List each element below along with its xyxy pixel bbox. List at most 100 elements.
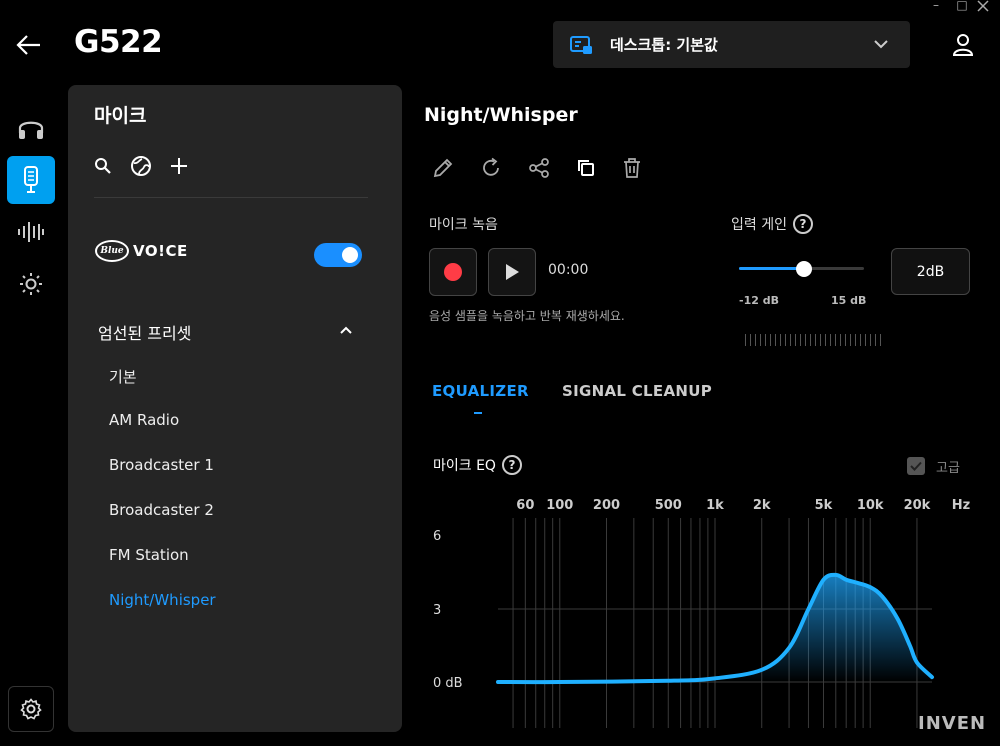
reset-icon	[483, 157, 499, 176]
user-icon	[952, 34, 974, 56]
watermark: INVEN	[918, 713, 987, 734]
tab-equalizer[interactable]: EQUALIZER	[432, 382, 529, 400]
preset-item-broadcaster-2[interactable]: Broadcaster 2	[109, 501, 214, 519]
profile-label: 데스크톱: 기본값	[610, 36, 718, 54]
meter-tick	[840, 334, 841, 346]
back-button[interactable]	[16, 34, 42, 56]
toggle-knob	[342, 247, 358, 263]
preset-item-broadcaster-1[interactable]: Broadcaster 1	[109, 456, 214, 474]
rail-lighting[interactable]	[7, 260, 55, 308]
rename-button[interactable]	[432, 157, 454, 179]
advanced-checkbox[interactable]	[907, 457, 925, 475]
mic-eq-chart[interactable]: 60 100 200 500 1k 2k 5k 10k 20k Hz 6 3 0 dB	[420, 488, 980, 728]
duplicate-button[interactable]	[576, 158, 596, 178]
preset-item-fm-station[interactable]: FM Station	[109, 546, 189, 564]
share-button[interactable]	[528, 157, 550, 179]
device-title: G522	[74, 24, 163, 60]
pencil-icon	[433, 158, 453, 178]
eq-x-tick-label: 5k	[815, 498, 833, 513]
meter-tick	[790, 334, 791, 346]
lighting-sun-icon	[20, 273, 42, 295]
eq-y-tick-label: 6	[433, 529, 441, 544]
blue-logo-mark: Blue	[95, 240, 129, 262]
chevron-down-icon	[874, 40, 888, 49]
meter-tick	[775, 334, 776, 346]
chevron-up-icon[interactable]	[340, 326, 352, 334]
mic-eq-label: 마이크 EQ ?	[433, 455, 522, 475]
panel-title: 마이크	[94, 105, 147, 127]
record-icon	[444, 263, 462, 281]
eq-x-tick-label: 60	[516, 498, 534, 513]
maximize-button[interactable]: □	[952, 0, 972, 14]
meter-tick	[865, 334, 866, 346]
microphone-icon	[24, 166, 38, 193]
reset-button[interactable]	[480, 157, 502, 179]
rail-audio-levels[interactable]	[7, 208, 55, 256]
meter-tick	[800, 334, 801, 346]
eq-x-tick-label: 100	[546, 498, 573, 513]
rail-microphone[interactable]	[7, 156, 55, 204]
community-presets-button[interactable]	[130, 155, 152, 177]
input-gain-text: 입력 게인	[731, 217, 787, 233]
advanced-label: 고급	[936, 461, 960, 476]
help-icon[interactable]: ?	[501, 455, 522, 475]
meter-tick	[750, 334, 751, 346]
meter-tick	[745, 334, 746, 346]
gain-value-field[interactable]: 2dB	[891, 248, 970, 295]
preset-item-default[interactable]: 기본	[109, 366, 137, 387]
meter-tick	[760, 334, 761, 346]
record-button[interactable]	[429, 248, 477, 296]
meter-tick	[845, 334, 846, 346]
play-button[interactable]	[488, 248, 536, 296]
globe-share-icon	[131, 156, 151, 176]
meter-tick	[855, 334, 856, 346]
gain-min-label: -12 dB	[739, 294, 779, 307]
eq-y-tick-label: 3	[433, 603, 441, 618]
share-icon	[529, 158, 549, 178]
delete-button[interactable]	[622, 157, 642, 179]
meter-tick	[785, 334, 786, 346]
close-icon	[977, 0, 989, 12]
meter-tick	[850, 334, 851, 346]
input-level-meter	[745, 334, 881, 346]
gain-slider-fill	[739, 267, 804, 270]
minimize-button[interactable]: –	[926, 0, 946, 14]
user-account-button[interactable]	[952, 33, 974, 57]
eq-x-tick-label: 10k	[857, 498, 884, 513]
microphone-panel: 마이크 Blue VO!CE 엄선된 프리셋 기본 AM Radio Broad…	[68, 85, 402, 732]
preset-item-am-radio[interactable]: AM Radio	[109, 411, 179, 429]
preset-item-night-whisper[interactable]: Night/Whisper	[109, 591, 216, 609]
curated-presets-heading[interactable]: 엄선된 프리셋	[98, 320, 191, 344]
search-button[interactable]	[94, 157, 112, 175]
meter-tick	[825, 334, 826, 346]
meter-tick	[770, 334, 771, 346]
meter-tick	[815, 334, 816, 346]
trash-icon	[624, 158, 640, 178]
rail-headphones[interactable]	[7, 104, 55, 152]
mic-eq-text: 마이크 EQ	[433, 458, 496, 474]
tab-signal-cleanup[interactable]: SIGNAL CLEANUP	[562, 382, 712, 400]
help-icon[interactable]: ?	[792, 214, 813, 234]
mic-recording-label: 마이크 녹음	[429, 217, 498, 233]
panel-divider	[94, 197, 368, 198]
blue-voice-toggle[interactable]	[314, 243, 362, 267]
play-icon	[506, 264, 519, 280]
gain-slider-thumb[interactable]	[795, 261, 812, 277]
eq-x-tick-label: 200	[593, 498, 620, 513]
meter-tick	[870, 334, 871, 346]
meter-tick	[830, 334, 831, 346]
meter-tick	[880, 334, 881, 346]
eq-x-tick-label: 500	[655, 498, 682, 513]
check-icon	[910, 461, 922, 471]
profile-dropdown[interactable]: 데스크톱: 기본값	[553, 21, 910, 68]
add-preset-button[interactable]	[170, 157, 188, 175]
recording-time: 00:00	[548, 262, 589, 278]
eq-x-tick-label: 1k	[706, 498, 724, 513]
meter-tick	[780, 334, 781, 346]
preset-toolbar	[432, 157, 642, 179]
settings-button[interactable]	[8, 686, 54, 732]
eq-x-tick-label: 20k	[904, 498, 931, 513]
preset-title: Night/Whisper	[424, 104, 578, 126]
meter-tick	[755, 334, 756, 346]
close-window-button[interactable]	[977, 0, 997, 14]
